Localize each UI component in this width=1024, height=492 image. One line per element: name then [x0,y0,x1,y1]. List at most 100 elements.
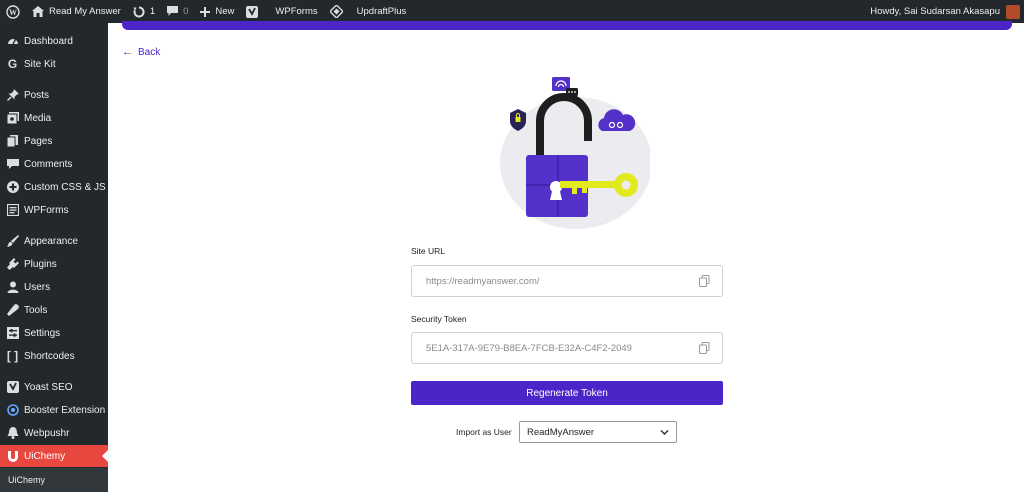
wpforms-adminbar-link[interactable]: WPForms [264,0,323,23]
howdy-greeting: Howdy, Sai Sudarsan Akasapu [870,6,1000,17]
comments-link[interactable]: 0 [161,0,194,23]
menu-label: Booster Extension [24,404,106,416]
new-content-link[interactable]: New [194,0,240,23]
menu-custom-css-js[interactable]: Custom CSS & JS [0,176,108,198]
admin-sidebar: Dashboard G Site Kit Posts Media Pages C… [0,23,108,492]
bell-icon [6,427,19,440]
security-lock-illustration [500,77,650,229]
google-g-icon: G [7,57,18,71]
menu-label: Pages [24,135,53,147]
copy-icon[interactable] [699,275,710,287]
menu-wpforms[interactable]: WPForms [0,199,108,221]
menu-label: Users [24,281,51,293]
menu-label: Posts [24,89,50,101]
menu-site-kit[interactable]: G Site Kit [0,53,108,75]
chevron-down-icon [660,429,669,436]
import-as-user-value: ReadMyAnswer [527,426,595,438]
plus-circle-icon [6,181,19,194]
updraft-icon [329,5,343,18]
plug-icon [6,258,19,271]
menu-media[interactable]: Media [0,107,108,129]
menu-plugins[interactable]: Plugins [0,253,108,275]
user-icon [6,281,19,294]
uichemy-icon [6,450,19,463]
wpforms-label: WPForms [275,6,318,17]
menu-label: Media [24,112,52,124]
menu-yoast-seo[interactable]: Yoast SEO [0,376,108,398]
wordpress-logo-button[interactable]: W [0,0,26,23]
yoast-icon [246,5,259,18]
menu-pages[interactable]: Pages [0,130,108,152]
top-banner [122,21,1012,30]
admin-bar: W Read My Answer 1 0 New WPForms Updraft… [0,0,1024,23]
copy-icon[interactable] [699,342,710,354]
plus-icon [200,6,211,17]
menu-appearance[interactable]: Appearance [0,230,108,252]
menu-label: Custom CSS & JS [24,181,106,193]
main-content: ← Back Site URL https://readmyanswer.com… [108,21,1024,492]
import-as-user-label: Import as User [456,427,512,437]
menu-webpushr[interactable]: Webpushr [0,422,108,444]
menu-label: Yoast SEO [24,381,73,393]
settings-icon [6,327,19,340]
site-url-label: Site URL [411,246,446,256]
updraft-adminbar-link[interactable]: UpdraftPlus [324,0,413,23]
menu-booster-extension[interactable]: Booster Extension [0,399,108,421]
dashboard-icon [6,35,19,48]
security-token-label: Security Token [411,314,467,324]
menu-label: Site Kit [24,58,56,70]
security-token-field[interactable]: 5E1A-317A-9E79-B8EA-7FCB-E32A-C4F2-2049 [411,332,723,364]
menu-label: Shortcodes [24,350,75,362]
avatar [1006,4,1020,19]
updates-count: 1 [149,6,156,17]
menu-label: Comments [24,158,73,170]
brush-icon [6,235,19,248]
site-url-field[interactable]: https://readmyanswer.com/ [411,265,723,297]
yoast-adminbar-link[interactable] [240,0,264,23]
comment-icon [167,6,179,16]
home-icon [32,6,44,17]
pin-icon [6,89,19,102]
menu-shortcodes[interactable]: [ ] Shortcodes [0,345,108,367]
menu-uichemy[interactable]: UiChemy [0,445,108,467]
site-name-link[interactable]: Read My Answer [26,0,127,23]
media-icon [6,112,19,125]
menu-posts[interactable]: Posts [0,84,108,106]
security-token-value: 5E1A-317A-9E79-B8EA-7FCB-E32A-C4F2-2049 [426,342,632,354]
wordpress-icon: W [6,4,20,19]
submenu-uichemy[interactable]: UiChemy [0,468,108,492]
site-name: Read My Answer [49,6,121,17]
menu-label: WPForms [24,204,69,216]
menu-label: Appearance [24,235,78,247]
comment-icon [6,158,19,171]
my-account-link[interactable]: Howdy, Sai Sudarsan Akasapu [864,0,1024,23]
menu-label: Plugins [24,258,57,270]
brackets-icon: [ ] [6,349,19,363]
menu-settings[interactable]: Settings [0,322,108,344]
menu-label: Dashboard [24,35,73,47]
menu-label: Tools [24,304,48,316]
booster-icon [6,404,19,417]
menu-label: UiChemy [24,450,66,462]
menu-comments[interactable]: Comments [0,153,108,175]
svg-text:W: W [9,8,17,17]
menu-users[interactable]: Users [0,276,108,298]
menu-tools[interactable]: Tools [0,299,108,321]
back-link[interactable]: ← Back [122,46,160,58]
regenerate-token-button[interactable]: Regenerate Token [411,381,723,405]
forms-icon [6,204,19,217]
new-label: New [215,6,235,17]
site-url-value: https://readmyanswer.com/ [426,275,540,287]
menu-label: Settings [24,327,61,339]
arrow-left-icon: ← [122,46,133,58]
pages-icon [6,135,19,148]
comments-count: 0 [183,6,189,17]
wrench-icon [6,304,19,317]
back-label: Back [138,46,161,58]
updraft-label: UpdraftPlus [356,6,407,17]
menu-dashboard[interactable]: Dashboard [0,30,108,52]
import-as-user-select[interactable]: ReadMyAnswer [519,421,677,443]
refresh-icon [133,5,145,17]
updates-link[interactable]: 1 [127,0,161,23]
yoast-icon [6,381,19,394]
